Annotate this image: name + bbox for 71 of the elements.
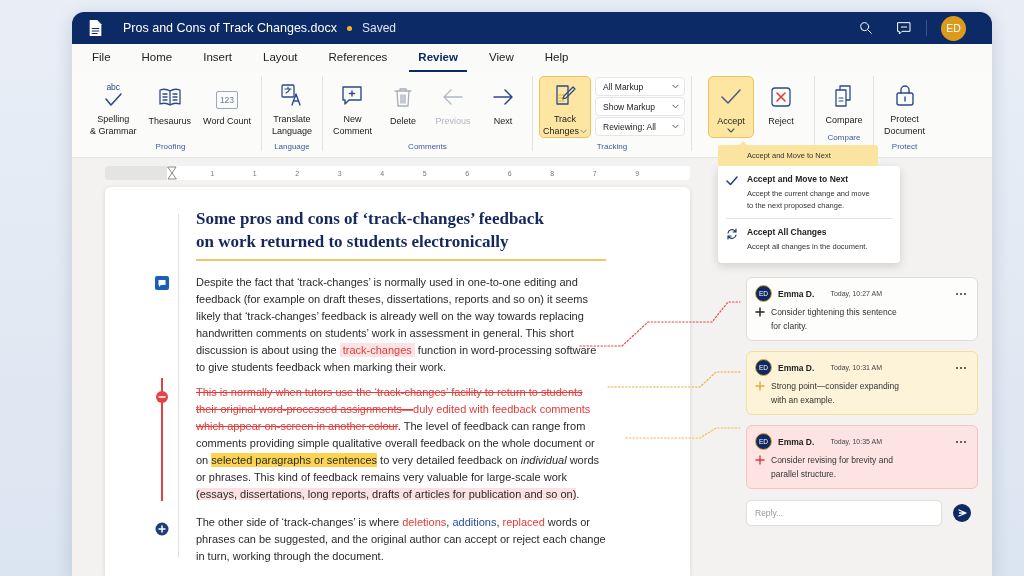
translate-button[interactable]: Translate Language <box>267 76 316 138</box>
menu-tab[interactable]: References <box>319 44 397 72</box>
indent-marker-icon <box>167 166 177 180</box>
tooltip-arrow-icon <box>738 141 748 146</box>
plus-icon <box>155 522 169 536</box>
menu-tab[interactable]: Layout <box>254 44 307 72</box>
menu-tab[interactable]: Home <box>132 44 182 72</box>
more-icon[interactable] <box>955 365 967 370</box>
minus-icon <box>155 390 169 404</box>
chevron-icon <box>672 104 679 109</box>
track-button[interactable]: Track Changes <box>538 76 591 138</box>
reply-field[interactable]: Reply... <box>746 500 942 526</box>
pencil-document-icon <box>553 83 577 107</box>
markup-dropdown[interactable]: Show Markup <box>595 97 685 116</box>
plus-icon <box>755 307 765 317</box>
comment-text: Strong point—consider expanding with an example. <box>771 380 901 407</box>
more-icon[interactable] <box>955 439 967 444</box>
check-icon <box>726 175 738 187</box>
compare-button[interactable]: Compare <box>821 76 867 130</box>
item-title: Accept All Changes <box>747 227 828 237</box>
document-icon <box>88 18 103 38</box>
reject-button[interactable]: Reject <box>758 76 804 138</box>
accept-button[interactable]: Accept <box>708 76 754 138</box>
ruler-margin <box>105 166 167 180</box>
comment-author: Emma D. <box>778 436 815 447</box>
paragraph: Despite the fact that ‘track-changes’ is normally used in one-to-one editing and feedback (for example on draft theses, dissertations, reports and so on) it seems likely that ‘track-changes’ feedback is already well on the way towards replacing handwritten comments on students’ work in assessment in general. This short discussion is about using the track-changes function in word-processing software to give students feedback when marking their work. <box>196 275 598 375</box>
next-button[interactable]: Next <box>479 76 526 138</box>
group-label: Compare <box>827 133 861 142</box>
protect-button[interactable]: Protect Document <box>880 76 930 138</box>
group-label: Language <box>274 142 310 151</box>
number-icon: 123 <box>215 91 239 109</box>
group-label: Protect <box>891 142 918 151</box>
status-dot <box>347 25 352 31</box>
markup-dropdown[interactable]: Reviewing: All <box>595 117 685 136</box>
menu-tab[interactable]: File <box>83 44 120 72</box>
send-icon[interactable] <box>953 504 971 522</box>
translate-icon <box>279 83 304 107</box>
word-count-button[interactable]: 123 Word Count <box>199 76 255 138</box>
paragraph: The other side of ‘track-changes’ is where deletions, additions, replaced words or phrases can be suggested, and the original author can accept or reject each change in turn, working through the document. <box>196 515 606 564</box>
icon-text: abc <box>106 83 121 91</box>
paragraph: This is normally when tutors use the ‘track-changes’ facility to return to students their original word-processed assignments—duly edited with feedback comments which appear on-screen in another colour. The level of feedback can range from comments providing simple qualitative overall feedback on the whole document or on selected paragraphs or sentences to very detailed feedback on individual words or phrases. This kind of feedback remains very valuable for large-scale work (essays, dissertations, long reports, drafts of articles for publication and so on). <box>196 385 600 502</box>
comment-text: Consider tightening this sentence for clarity. <box>771 306 898 333</box>
group-label: Proofing <box>155 142 186 151</box>
plus-icon <box>755 455 765 465</box>
comment-icon[interactable] <box>896 20 912 36</box>
comment-add-icon <box>340 83 365 107</box>
group-label: Tracking <box>596 142 628 151</box>
new-comment-button[interactable]: New Comment <box>328 76 376 138</box>
menu-tab[interactable]: View <box>479 44 523 72</box>
plus-icon <box>755 381 765 391</box>
group-label: Comments <box>408 142 447 151</box>
document-title: Pros and Cons of Track Changes.docx <box>123 21 337 35</box>
spelling-button[interactable]: abc Spelling & Grammar <box>86 76 141 138</box>
reject-icon <box>769 85 793 109</box>
markup-dropdown[interactable]: All Markup <box>595 77 685 96</box>
comment-author: Emma D. <box>778 362 815 373</box>
item-title: Accept and Move to Next <box>747 174 850 184</box>
more-icon[interactable] <box>955 291 967 296</box>
chevron-icon <box>672 84 679 89</box>
comment-marker-icon <box>155 276 169 290</box>
comment-text: Consider revising for brevity and parallel structure. <box>771 454 894 481</box>
menu-tab[interactable]: Insert <box>194 44 241 72</box>
refresh-icon <box>726 228 738 240</box>
menu-tab[interactable]: Help <box>535 44 578 72</box>
save-status: Saved <box>362 21 397 35</box>
search-icon[interactable] <box>858 20 874 36</box>
comment-author: Emma D. <box>778 288 815 299</box>
chevron-icon <box>672 124 679 129</box>
thesaurus-button[interactable]: Thesaurus <box>144 76 196 138</box>
document-title: Some pros and cons of ‘track-changes’ feedback on work returned to students electronically <box>196 207 606 261</box>
delete-button[interactable]: Delete <box>379 76 426 138</box>
